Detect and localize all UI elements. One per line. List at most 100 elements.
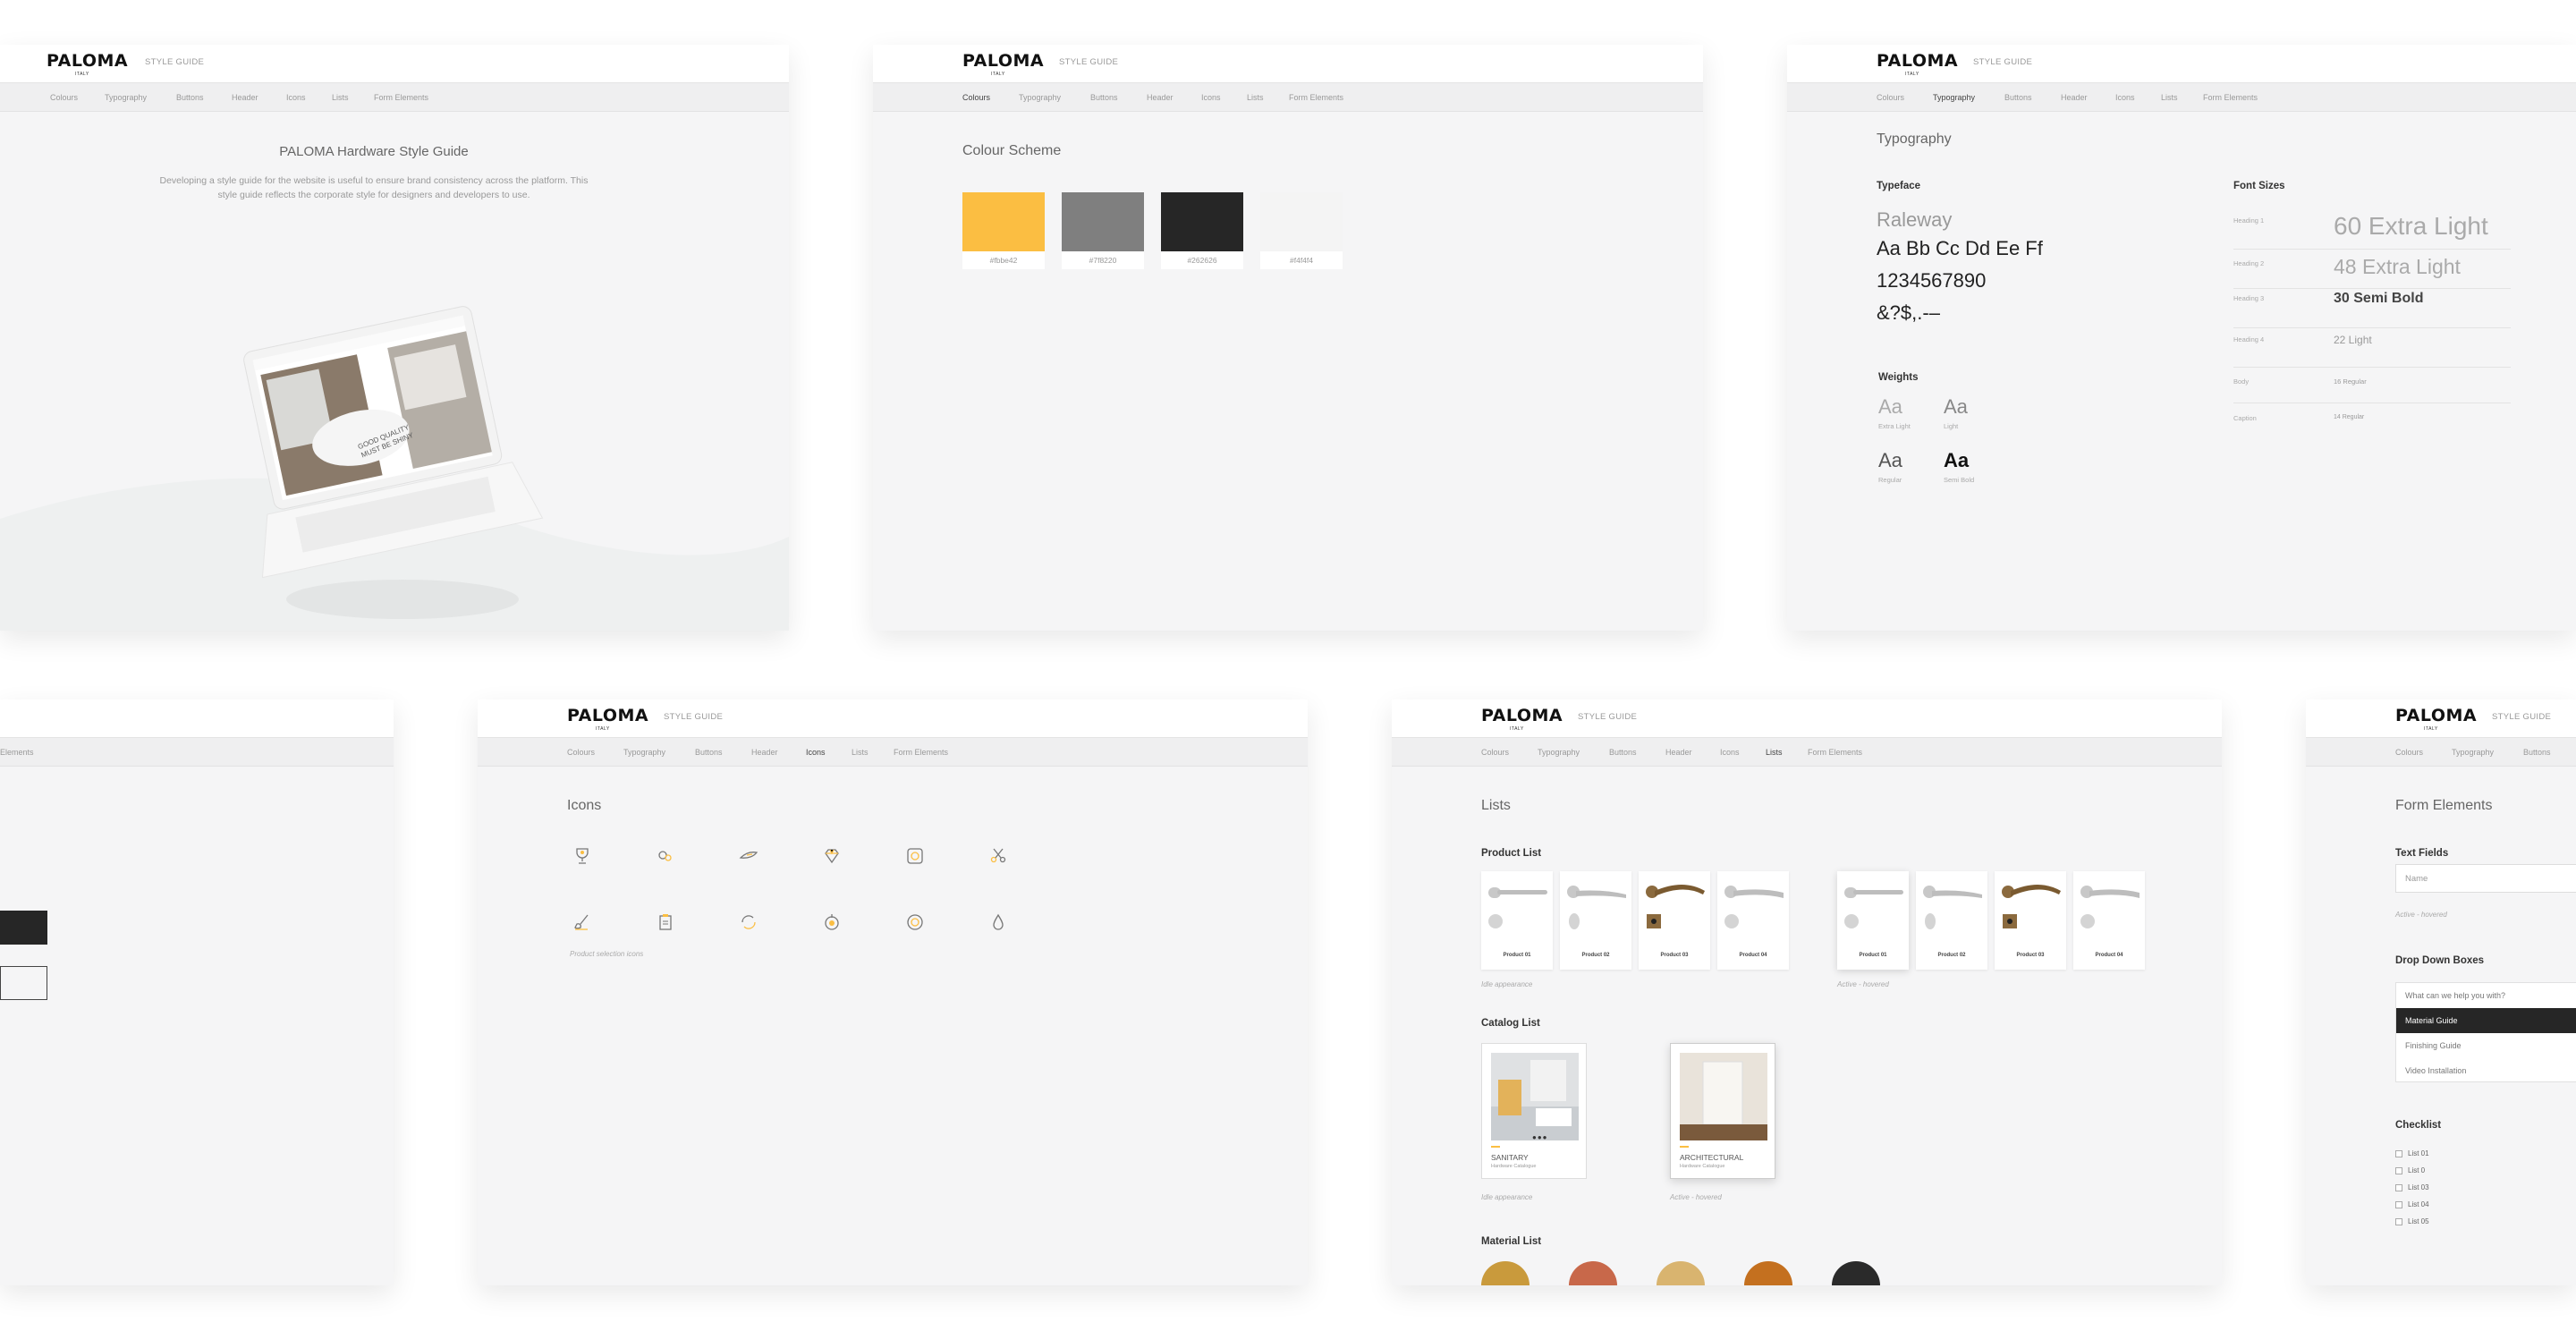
- nav-form-elements[interactable]: Form Elements: [894, 748, 948, 757]
- style-guide-label: STYLE GUIDE: [1578, 712, 1638, 722]
- material-swatch[interactable]: [1832, 1261, 1880, 1285]
- secondary-button[interactable]: [0, 966, 47, 1000]
- weight-label: Light: [1944, 422, 1959, 430]
- logo[interactable]: PALOMA: [47, 52, 128, 70]
- product-card[interactable]: Product 01: [1481, 871, 1553, 970]
- nav-colours[interactable]: Colours: [567, 748, 595, 757]
- dropdown-option[interactable]: Video Installation: [2396, 1058, 2576, 1083]
- product-card-hovered[interactable]: Product 01: [1837, 871, 1909, 970]
- checklist: List 01 List 0 List 03 List 04 List 05: [2395, 1145, 2429, 1230]
- checkbox[interactable]: [2395, 1166, 2402, 1174]
- nav-header[interactable]: Header: [751, 748, 778, 757]
- nav-lists[interactable]: Lists: [332, 93, 349, 102]
- nav-header[interactable]: Header: [2061, 93, 2088, 102]
- material-swatch[interactable]: [1657, 1261, 1705, 1285]
- style-guide-nav: Colours Typography Buttons Header Icons …: [478, 738, 1308, 767]
- nav-icons[interactable]: Icons: [806, 748, 826, 757]
- catalog-title: ARCHITECTURAL: [1680, 1153, 1744, 1162]
- catalog-card-hovered[interactable]: ARCHITECTURAL Hardware Catalogue: [1670, 1043, 1775, 1179]
- nav-form-elements[interactable]: Form Elements: [374, 93, 428, 102]
- nav-colours[interactable]: Colours: [2395, 748, 2423, 757]
- primary-button[interactable]: [0, 911, 47, 945]
- nav-header[interactable]: Header: [1665, 748, 1692, 757]
- nav-buttons[interactable]: Buttons: [695, 748, 723, 757]
- nav-icons[interactable]: Icons: [1201, 93, 1221, 102]
- scissors-icon: [990, 848, 1006, 863]
- checklist-item[interactable]: List 04: [2395, 1196, 2429, 1213]
- weights-heading: Weights: [1878, 372, 1919, 383]
- checklist-item[interactable]: List 05: [2395, 1213, 2429, 1230]
- nav-buttons[interactable]: Buttons: [176, 93, 204, 102]
- logo[interactable]: PALOMA: [1481, 707, 1563, 725]
- nav-buttons[interactable]: Buttons: [1090, 93, 1118, 102]
- checkbox[interactable]: [2395, 1149, 2402, 1157]
- font-size-name: Heading 2: [2233, 259, 2265, 267]
- material-swatch[interactable]: [1744, 1261, 1792, 1285]
- nav-colours[interactable]: Colours: [962, 93, 990, 102]
- material-swatch[interactable]: [1481, 1261, 1530, 1285]
- font-size-name: Heading 3: [2233, 294, 2265, 302]
- nav-header[interactable]: Header: [232, 93, 258, 102]
- dropdown-option-selected[interactable]: Material Guide: [2396, 1008, 2576, 1033]
- dropdown-option[interactable]: Finishing Guide: [2396, 1033, 2576, 1058]
- nav-lists[interactable]: Lists: [852, 748, 869, 757]
- nav-typography[interactable]: Typography: [1933, 93, 1975, 102]
- nav-typography[interactable]: Typography: [623, 748, 665, 757]
- font-size-name: Body: [2233, 377, 2250, 386]
- checklist-label: List 01: [2408, 1149, 2429, 1157]
- catalog-subtitle: Hardware Catalogue: [1680, 1164, 1725, 1169]
- typography-card: PALOMA ITALY STYLE GUIDE Colours Typogra…: [1787, 45, 2576, 631]
- nav-icons[interactable]: Icons: [286, 93, 306, 102]
- nav-typography[interactable]: Typography: [105, 93, 147, 102]
- nav-typography[interactable]: Typography: [1538, 748, 1580, 757]
- weight-sample-extra-light: Aa: [1878, 395, 1902, 418]
- checkbox[interactable]: [2395, 1217, 2402, 1225]
- name-input[interactable]: Name: [2395, 864, 2576, 893]
- font-size-sample: 30 Semi Bold: [2334, 291, 2424, 306]
- icons-heading: Icons: [567, 798, 602, 813]
- logo[interactable]: PALOMA: [962, 52, 1044, 70]
- nav-typography[interactable]: Typography: [1019, 93, 1061, 102]
- nav-buttons[interactable]: Buttons: [2004, 93, 2032, 102]
- carousel-dots[interactable]: ●●●: [1532, 1133, 1548, 1141]
- product-card[interactable]: Product 03: [1995, 871, 2066, 970]
- dropdown-menu[interactable]: What can we help you with? Material Guid…: [2395, 982, 2576, 1082]
- checklist-item[interactable]: List 01: [2395, 1145, 2429, 1162]
- door-handle-image: [2002, 885, 2061, 928]
- nav-buttons[interactable]: Buttons: [2523, 748, 2551, 757]
- nav-colours[interactable]: Colours: [1877, 93, 1904, 102]
- product-card[interactable]: Product 02: [1560, 871, 1631, 970]
- checkbox[interactable]: [2395, 1200, 2402, 1208]
- material-swatch[interactable]: [1569, 1261, 1617, 1285]
- nav-typography[interactable]: Typography: [2452, 748, 2494, 757]
- product-card[interactable]: Product 04: [2073, 871, 2145, 970]
- dropdown-placeholder[interactable]: What can we help you with?: [2396, 983, 2576, 1008]
- catalog-card[interactable]: ●●● SANITARY Hardware Catalogue: [1481, 1043, 1587, 1179]
- nav-form-elements[interactable]: Form Elements: [2203, 93, 2258, 102]
- nav-lists[interactable]: Lists: [1247, 93, 1264, 102]
- nav-header[interactable]: Header: [1147, 93, 1174, 102]
- nav-lists[interactable]: Lists: [2161, 93, 2178, 102]
- nav-form-elements-partial[interactable]: Elements: [0, 748, 34, 757]
- swatch-label: #262626: [1161, 251, 1243, 269]
- header-bar: PALOMA ITALY STYLE GUIDE: [478, 699, 1308, 738]
- nav-icons[interactable]: Icons: [1720, 748, 1740, 757]
- nav-form-elements[interactable]: Form Elements: [1289, 93, 1343, 102]
- checklist-item[interactable]: List 0: [2395, 1162, 2429, 1179]
- product-card[interactable]: Product 03: [1639, 871, 1710, 970]
- product-card[interactable]: Product 04: [1717, 871, 1789, 970]
- nav-icons[interactable]: Icons: [2115, 93, 2135, 102]
- product-card[interactable]: Product 02: [1916, 871, 1987, 970]
- logo[interactable]: PALOMA: [567, 707, 648, 725]
- checklist-item[interactable]: List 03: [2395, 1179, 2429, 1196]
- nav-colours[interactable]: Colours: [1481, 748, 1509, 757]
- font-sizes-heading: Font Sizes: [2233, 181, 2285, 191]
- checkbox[interactable]: [2395, 1183, 2402, 1191]
- nav-lists[interactable]: Lists: [1766, 748, 1783, 757]
- nav-colours[interactable]: Colours: [50, 93, 78, 102]
- logo[interactable]: PALOMA: [1877, 52, 1958, 70]
- weight-label: Semi Bold: [1944, 476, 1975, 484]
- nav-form-elements[interactable]: Form Elements: [1808, 748, 1862, 757]
- nav-buttons[interactable]: Buttons: [1609, 748, 1637, 757]
- logo[interactable]: PALOMA: [2395, 707, 2477, 725]
